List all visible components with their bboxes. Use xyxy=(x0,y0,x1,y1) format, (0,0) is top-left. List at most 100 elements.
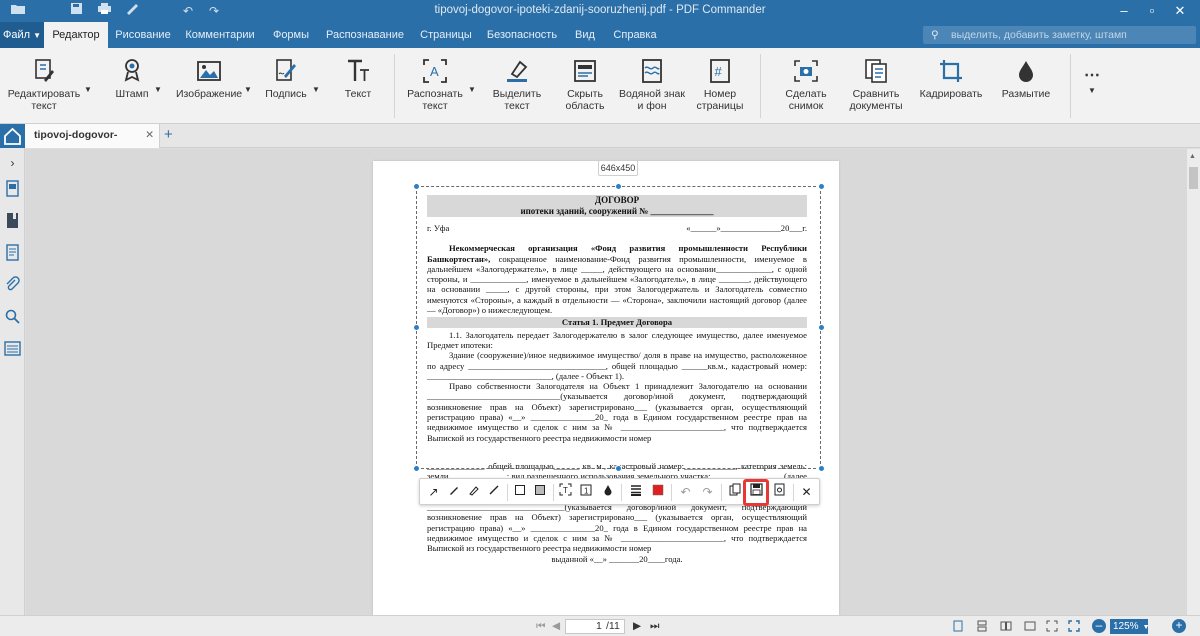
blur-tool-icon[interactable] xyxy=(598,483,617,502)
filled-rectangle-tool-icon[interactable] xyxy=(530,483,549,502)
close-icon[interactable]: ✕ xyxy=(1166,0,1194,22)
hide-area-button[interactable]: Скрыть область xyxy=(556,58,614,112)
continuous-view-icon[interactable] xyxy=(976,620,988,632)
tab-security[interactable]: Безопасность xyxy=(484,22,560,48)
document-icon[interactable] xyxy=(4,244,21,261)
toolbar-divider xyxy=(507,484,508,501)
resize-handle-se[interactable] xyxy=(818,465,825,472)
first-page-icon[interactable]: ⏮ xyxy=(536,619,545,634)
page-number-icon: # xyxy=(710,59,730,83)
attachment-icon[interactable] xyxy=(4,276,21,293)
hide-area-icon xyxy=(574,60,596,82)
blur-button[interactable]: Размытие xyxy=(996,58,1056,100)
close-tab-icon[interactable]: ✕ xyxy=(145,124,154,146)
previous-page-icon[interactable]: ◀ xyxy=(552,619,560,634)
snapshot-selection-area[interactable] xyxy=(416,186,821,469)
save-snapshot-button[interactable] xyxy=(743,479,769,506)
tab-forms[interactable]: Формы xyxy=(266,22,316,48)
status-bar: ⏮ ◀ 1 /11 ▶ ⏭ – 125% ▼ + xyxy=(0,615,1200,636)
compare-label-2: документы xyxy=(849,100,903,112)
fit-page-icon[interactable] xyxy=(1046,620,1058,632)
zoom-select[interactable]: 125% ▼ xyxy=(1110,619,1150,634)
fullscreen-icon[interactable] xyxy=(1068,620,1080,632)
new-tab-button[interactable]: + xyxy=(164,124,173,148)
line-tool-icon[interactable] xyxy=(484,483,503,502)
redo-icon[interactable]: ↷ xyxy=(698,483,717,502)
image-icon xyxy=(197,61,221,81)
stamp-button[interactable]: Штамп xyxy=(110,58,154,100)
resize-handle-ne[interactable] xyxy=(818,183,825,190)
stamp-icon xyxy=(124,59,140,82)
watermark-label-2: и фон xyxy=(637,100,667,112)
edit-text-label-2: текст xyxy=(31,100,57,112)
search-input[interactable]: ⚲ выделить, добавить заметку, штамп xyxy=(923,26,1196,44)
recognize-text-label-1: Распознать xyxy=(407,88,463,100)
arrow-tool-icon[interactable]: ↗ xyxy=(424,483,443,502)
tab-view[interactable]: Вид xyxy=(566,22,604,48)
expand-panel-icon[interactable]: › xyxy=(4,156,21,173)
resize-handle-w[interactable] xyxy=(413,324,420,331)
single-page-view-icon[interactable] xyxy=(952,620,964,632)
chevron-down-icon: ▼ xyxy=(154,85,162,94)
search-icon[interactable] xyxy=(4,308,21,325)
chevron-down-icon: ▼ xyxy=(84,85,92,94)
tab-editor[interactable]: Редактор xyxy=(44,22,108,48)
image-button[interactable]: Изображение xyxy=(176,58,242,100)
last-page-icon[interactable]: ⏭ xyxy=(650,619,659,634)
marker-tool-icon[interactable] xyxy=(464,483,483,502)
pen-tool-icon[interactable] xyxy=(444,483,463,502)
number-marker-tool-icon[interactable]: 1 xyxy=(576,483,595,502)
page-number-input[interactable]: 1 /11 xyxy=(565,619,625,634)
compare-documents-button[interactable]: Сравнить документы xyxy=(844,58,908,112)
zoom-out-button[interactable]: – xyxy=(1092,619,1106,633)
bookmarks-icon[interactable] xyxy=(4,212,21,229)
recognize-text-button[interactable]: A Распознать текст xyxy=(402,58,468,112)
undo-icon[interactable]: ↶ xyxy=(676,483,695,502)
svg-text:#: # xyxy=(715,64,723,79)
color-picker-icon[interactable] xyxy=(648,483,667,502)
tab-pages[interactable]: Страницы xyxy=(414,22,478,48)
edit-text-button[interactable]: Редактировать текст xyxy=(6,58,82,112)
tab-recognition[interactable]: Распознавание xyxy=(322,22,408,48)
more-tools-button[interactable]: ⋯ xyxy=(1078,68,1106,84)
signature-button[interactable]: Подпись xyxy=(262,58,310,100)
document-tab[interactable]: tipovoj-dogovor-ipoteki-... ✕ xyxy=(25,124,160,163)
snapshot-to-document-icon[interactable] xyxy=(770,483,789,502)
resize-handle-e[interactable] xyxy=(818,324,825,331)
minimize-icon[interactable]: – xyxy=(1110,0,1138,22)
two-page-view-icon[interactable] xyxy=(1000,620,1012,632)
resize-handle-nw[interactable] xyxy=(413,183,420,190)
vertical-scrollbar[interactable]: ▲ xyxy=(1187,149,1200,615)
menu-file[interactable]: Файл ▼ xyxy=(0,22,44,48)
layers-icon[interactable] xyxy=(4,340,21,357)
text-button[interactable]: Текст xyxy=(336,58,380,100)
toolbar-divider xyxy=(671,484,672,501)
crop-button[interactable]: Кадрировать xyxy=(918,58,984,100)
tab-help[interactable]: Справка xyxy=(610,22,660,48)
maximize-icon[interactable]: ▫ xyxy=(1138,0,1166,22)
home-button[interactable] xyxy=(0,124,25,148)
zoom-in-button[interactable]: + xyxy=(1172,619,1186,633)
chevron-down-icon: ▼ xyxy=(312,85,320,94)
scroll-up-icon[interactable]: ▲ xyxy=(1189,153,1196,160)
rectangle-tool-icon[interactable] xyxy=(510,483,529,502)
line-width-icon[interactable] xyxy=(626,483,645,502)
pages-thumbnails-icon[interactable] xyxy=(4,180,21,197)
watermark-label-1: Водяной знак xyxy=(619,88,685,100)
snapshot-button[interactable]: Сделать снимок xyxy=(778,58,834,112)
next-page-icon[interactable]: ▶ xyxy=(633,619,641,634)
tab-drawing[interactable]: Рисование xyxy=(112,22,174,48)
scrollbar-thumb[interactable] xyxy=(1189,167,1198,189)
watermark-button[interactable]: Водяной знак и фон xyxy=(618,58,686,112)
page-number-button[interactable]: # Номер страницы xyxy=(694,58,746,112)
highlight-text-button[interactable]: Выделить текст xyxy=(488,58,546,112)
resize-handle-n[interactable] xyxy=(615,183,622,190)
resize-handle-sw[interactable] xyxy=(413,465,420,472)
fit-width-icon[interactable] xyxy=(1024,620,1036,632)
tab-comments[interactable]: Комментарии xyxy=(180,22,260,48)
toolbar-divider xyxy=(793,484,794,501)
resize-handle-s[interactable] xyxy=(615,465,622,472)
more-dropdown[interactable]: ▼ xyxy=(1086,84,1098,97)
text-box-tool-icon[interactable]: T xyxy=(556,483,575,502)
close-icon[interactable]: ✕ xyxy=(797,483,816,502)
